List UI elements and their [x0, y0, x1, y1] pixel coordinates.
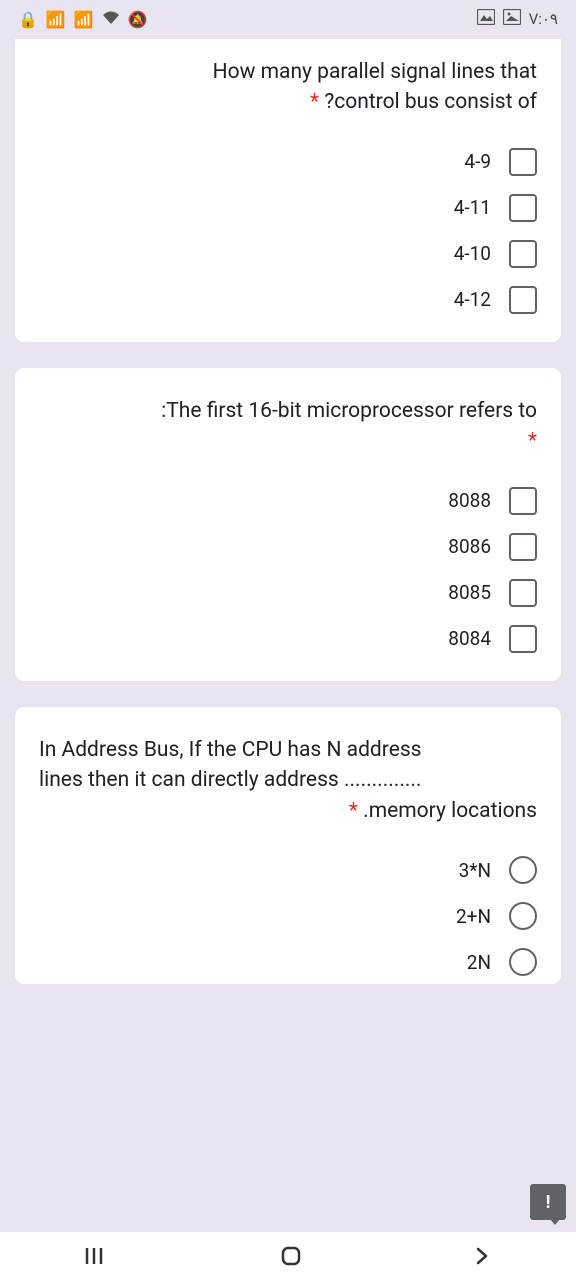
- options-list: 4-9 4-11 4-10 4-12: [39, 148, 537, 314]
- option-label: 4-10: [454, 242, 491, 265]
- status-time: V:٠٩: [529, 10, 558, 28]
- exclamation-icon: !: [546, 1192, 551, 1213]
- radio-icon[interactable]: [509, 856, 537, 884]
- question-line1: :The first 16-bit microprocessor refers …: [161, 399, 537, 423]
- nav-bar: [0, 1232, 576, 1280]
- options-list: 8088 8086 8085 8084: [39, 487, 537, 653]
- wifi-icon: [102, 10, 120, 29]
- option-row[interactable]: 2N: [39, 948, 537, 976]
- option-label: 4-11: [454, 196, 491, 219]
- lock-icon: 🔒: [18, 10, 38, 29]
- image-icon: [477, 9, 495, 29]
- option-row[interactable]: 4-9: [39, 148, 537, 176]
- option-row[interactable]: 4-12: [39, 286, 537, 314]
- option-label: 8085: [448, 581, 491, 604]
- question-text: :The first 16-bit microprocessor refers …: [39, 396, 537, 457]
- option-label: 3*N: [459, 859, 491, 882]
- option-row[interactable]: 3*N: [39, 856, 537, 884]
- checkbox-icon[interactable]: [509, 194, 537, 222]
- required-star: *: [310, 90, 319, 114]
- question-line1: How many parallel signal lines that: [213, 60, 537, 84]
- signal2-icon: 📶: [74, 10, 94, 29]
- feedback-button[interactable]: !: [530, 1184, 566, 1220]
- checkbox-icon[interactable]: [509, 579, 537, 607]
- checkbox-icon[interactable]: [509, 148, 537, 176]
- question-card-2: :The first 16-bit microprocessor refers …: [14, 367, 562, 682]
- options-list: 3*N 2+N 2N: [39, 856, 537, 976]
- option-row[interactable]: 8085: [39, 579, 537, 607]
- question-line3: .memory locations: [363, 799, 537, 823]
- radio-icon[interactable]: [509, 948, 537, 976]
- home-button[interactable]: [279, 1244, 303, 1268]
- question-text: How many parallel signal lines that * ?c…: [39, 57, 537, 118]
- option-row[interactable]: 2+N: [39, 902, 537, 930]
- recents-button[interactable]: [84, 1246, 110, 1266]
- option-label: 2N: [467, 951, 491, 974]
- checkbox-icon[interactable]: [509, 286, 537, 314]
- status-bar: 🔒 📶 📶 🔕 V:٠٩: [0, 0, 576, 38]
- option-row[interactable]: 4-10: [39, 240, 537, 268]
- mute-icon: 🔕: [128, 10, 148, 29]
- radio-icon[interactable]: [509, 902, 537, 930]
- option-row[interactable]: 4-11: [39, 194, 537, 222]
- question-line2: lines then it can directly address .....…: [39, 768, 421, 792]
- signal-icon: 📶: [46, 10, 66, 29]
- question-line1: In Address Bus, If the CPU has N address: [39, 738, 422, 762]
- required-star: *: [349, 799, 358, 823]
- checkbox-icon[interactable]: [509, 533, 537, 561]
- option-label: 8084: [448, 627, 491, 650]
- checkbox-icon[interactable]: [509, 240, 537, 268]
- option-row[interactable]: 8084: [39, 625, 537, 653]
- question-line2: ?control bus consist of: [324, 90, 537, 114]
- option-label: 8088: [448, 489, 491, 512]
- back-button[interactable]: [472, 1246, 492, 1266]
- option-label: 4-12: [454, 288, 491, 311]
- checkbox-icon[interactable]: [509, 625, 537, 653]
- option-label: 4-9: [464, 150, 491, 173]
- status-left: 🔒 📶 📶 🔕: [18, 10, 148, 29]
- question-text: In Address Bus, If the CPU has N address…: [39, 735, 537, 826]
- form-area: How many parallel signal lines that * ?c…: [0, 38, 576, 985]
- option-row[interactable]: 8088: [39, 487, 537, 515]
- checkbox-icon[interactable]: [509, 487, 537, 515]
- question-card-3: In Address Bus, If the CPU has N address…: [14, 706, 562, 985]
- required-star: *: [528, 429, 537, 453]
- image2-icon: [503, 9, 521, 29]
- option-label: 2+N: [456, 905, 491, 928]
- status-right: V:٠٩: [477, 9, 558, 29]
- question-card-1: How many parallel signal lines that * ?c…: [14, 38, 562, 343]
- option-row[interactable]: 8086: [39, 533, 537, 561]
- option-label: 8086: [448, 535, 491, 558]
